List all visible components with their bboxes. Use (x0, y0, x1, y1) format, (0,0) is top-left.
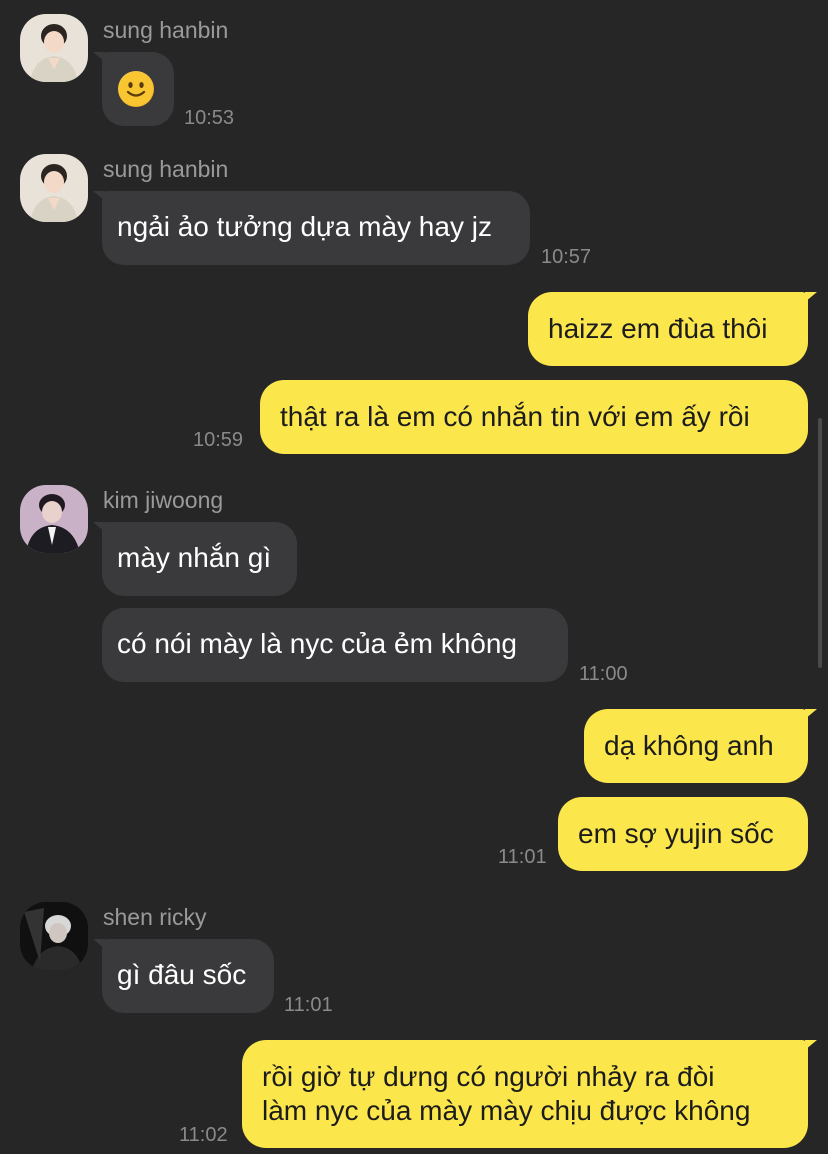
incoming-message-bubble[interactable]: ngải ảo tưởng dựa mày hay jz (93, 191, 530, 265)
outgoing-message-bubble[interactable]: dạ không anh (584, 709, 817, 783)
message-time: 11:00 (579, 663, 628, 685)
incoming-message-bubble[interactable]: 🙂 (93, 52, 174, 126)
message-time: 11:01 (498, 846, 547, 868)
incoming-message-bubble[interactable]: có nói mày là nyc của ẻm không (102, 608, 568, 682)
outgoing-message-bubble[interactable]: em sợ yujin sốc (558, 797, 808, 871)
outgoing-message-bubble[interactable]: thật ra là em có nhắn tin với em ấy rồi (260, 380, 808, 454)
message-time: 10:53 (184, 107, 235, 129)
message-time: 10:59 (193, 429, 244, 451)
message-text-line: làm nyc của mày mày chịu được không (262, 1095, 751, 1126)
message-text-line: rồi giờ tự dưng có người nhảy ra đòi (262, 1061, 715, 1092)
avatar-shen-ricky[interactable] (20, 902, 88, 970)
message-time: 10:57 (541, 246, 592, 268)
avatar-sung-hanbin[interactable] (20, 14, 88, 82)
incoming-message-bubble[interactable]: mày nhắn gì (93, 522, 297, 596)
incoming-message-bubble[interactable]: gì đâu sốc (93, 939, 274, 1013)
avatar-photo-icon (20, 485, 88, 553)
sender-name: kim jiwoong (103, 487, 224, 513)
sender-name: shen ricky (103, 904, 207, 930)
scrollbar[interactable] (818, 418, 822, 668)
avatar-photo-icon (20, 154, 88, 222)
sender-name: sung hanbin (103, 156, 229, 182)
sender-name: sung hanbin (103, 17, 229, 43)
outgoing-message-bubble[interactable]: rồi giờ tự dưng có người nhảy ra đòi làm… (242, 1040, 817, 1148)
message-time: 11:02 (179, 1124, 228, 1146)
avatar-sung-hanbin[interactable] (20, 154, 88, 222)
avatar-kim-jiwoong[interactable] (20, 485, 88, 553)
avatar-photo-icon (20, 902, 88, 970)
outgoing-message-bubble[interactable]: haizz em đùa thôi (528, 292, 817, 366)
slightly-smiling-face-icon (118, 71, 154, 107)
message-time: 11:01 (284, 994, 333, 1016)
avatar-photo-icon (20, 14, 88, 82)
